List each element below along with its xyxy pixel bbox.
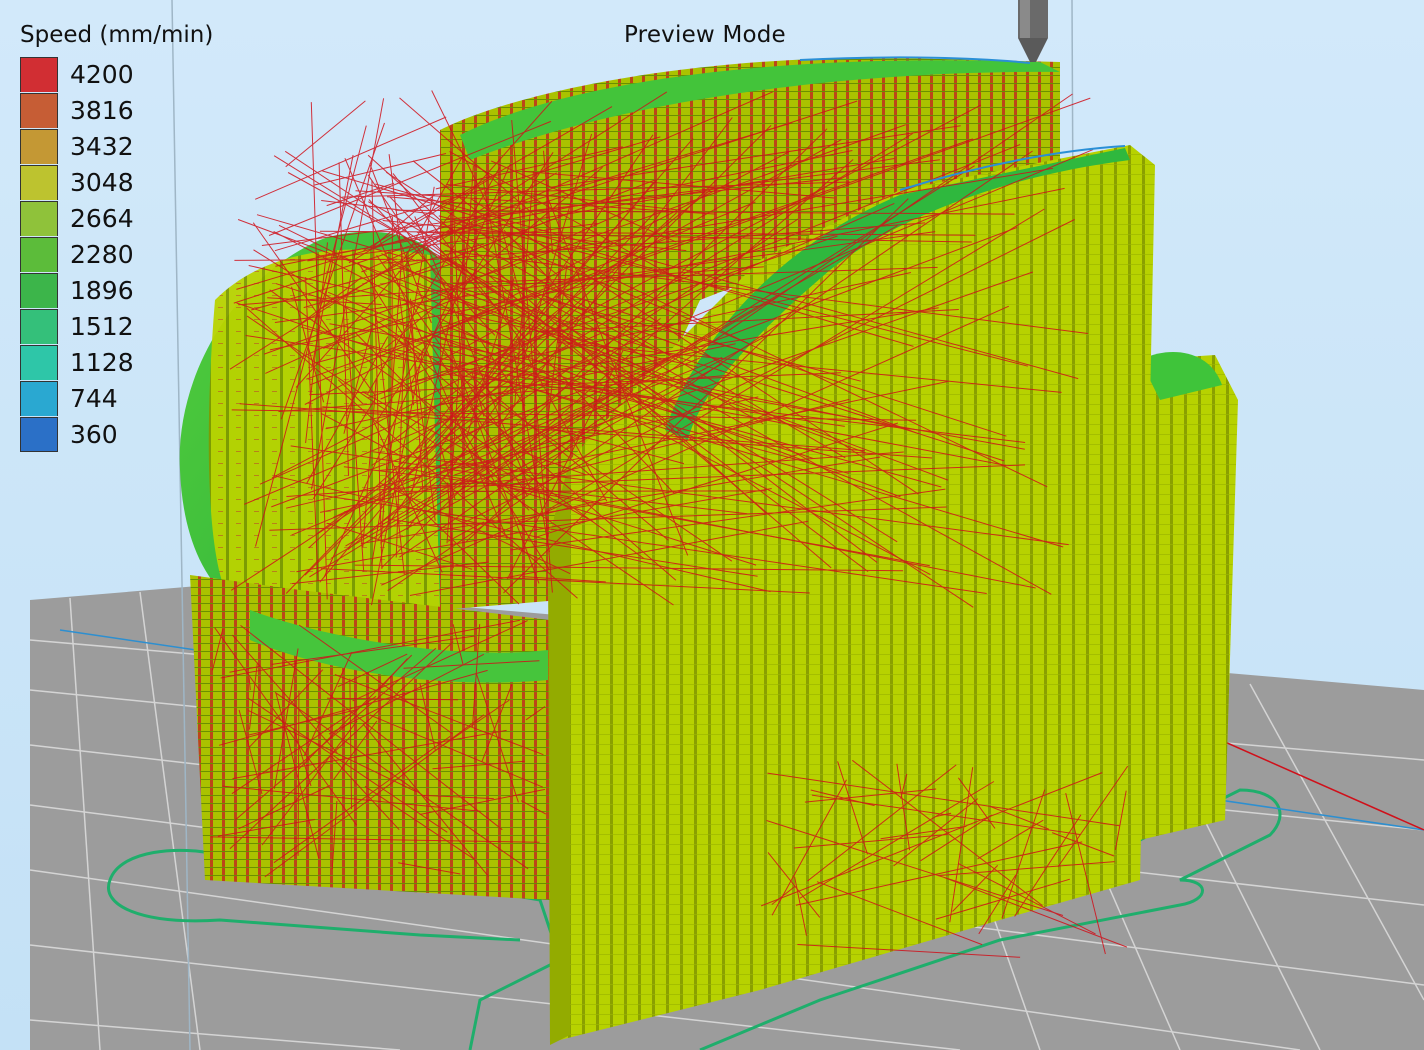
legend-label: 2664	[70, 203, 134, 233]
legend-entry: 3432	[18, 128, 213, 164]
legend-label: 2280	[70, 239, 134, 269]
legend-swatch	[20, 380, 58, 416]
legend-swatch	[20, 92, 58, 128]
legend-title: Speed (mm/min)	[20, 22, 214, 48]
legend-entry: 2280	[18, 236, 213, 272]
lower-left-block	[190, 575, 550, 900]
legend-label: 744	[70, 383, 118, 413]
legend-swatch	[20, 128, 58, 164]
legend-entry: 3048	[18, 164, 213, 200]
legend-swatch	[20, 200, 58, 236]
legend-label: 4200	[70, 59, 134, 89]
front-slab-side	[548, 460, 570, 1045]
legend-label: 1512	[70, 311, 134, 341]
nozzle-icon	[1018, 0, 1048, 62]
legend-label: 1896	[70, 275, 134, 305]
legend-entry: 1128	[18, 344, 213, 380]
legend-label: 360	[70, 419, 118, 449]
legend-entry: 1896	[18, 272, 213, 308]
view-mode-title: Preview Mode	[624, 22, 786, 48]
legend-entry: 1512	[18, 308, 213, 344]
legend-label: 3432	[70, 131, 134, 161]
legend-entry: 2664	[18, 200, 213, 236]
legend-entry: 744	[18, 380, 213, 416]
legend-entry: 360	[18, 416, 213, 452]
legend-label: 3048	[70, 167, 134, 197]
legend-swatch	[20, 344, 58, 380]
speed-legend: Speed (mm/min) 4200 3816 3432 3048 2664 2280 1…	[18, 22, 213, 452]
toolpath-scene[interactable]	[0, 0, 1424, 1050]
legend-label: 3816	[70, 95, 134, 125]
legend-label: 1128	[70, 347, 134, 377]
legend-swatch	[20, 56, 58, 92]
legend-entry: 4200	[18, 56, 213, 92]
right-back-column	[1140, 355, 1238, 840]
legend-swatch	[20, 164, 58, 200]
legend-swatch	[20, 308, 58, 344]
legend-entries: 4200 3816 3432 3048 2664 2280 1896 1512 1128 744 3…	[18, 56, 213, 452]
legend-entry: 3816	[18, 92, 213, 128]
legend-swatch	[20, 236, 58, 272]
legend-swatch	[20, 272, 58, 308]
preview-viewport[interactable]: Preview Mode Speed (mm/min) 4200 3816 3432…	[0, 0, 1424, 1050]
legend-swatch	[20, 416, 58, 452]
